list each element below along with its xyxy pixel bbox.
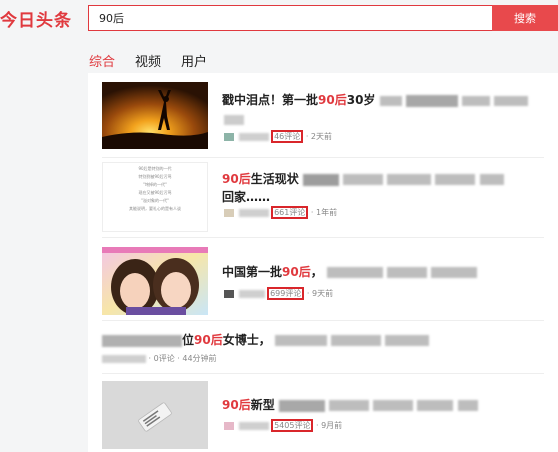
source-avatar bbox=[224, 208, 234, 217]
result-title[interactable]: 中国第一批90后， bbox=[222, 263, 478, 280]
publish-time: 44分钟前 bbox=[182, 354, 217, 363]
result-meta: · 0评论 · 44分钟前 bbox=[102, 353, 217, 364]
results-list: 戳中泪点！第一批90后30岁 46评论 · 2天前 90后是特别的一代 特别到被… bbox=[88, 73, 558, 452]
title-blurred-line bbox=[224, 109, 244, 128]
result-title[interactable]: 戳中泪点！第一批90后30岁 bbox=[222, 91, 529, 108]
publish-time: 2天前 bbox=[310, 132, 333, 141]
tab-video[interactable]: 视频 bbox=[135, 51, 161, 70]
result-meta: 46评论 · 2天前 bbox=[224, 130, 333, 143]
thumb-text: 现在又被90后污骂 bbox=[138, 190, 172, 195]
result-card[interactable]: 90后新型 5405评论 · 9月前 bbox=[88, 374, 558, 452]
tab-all[interactable]: 综合 bbox=[89, 51, 115, 70]
result-title-line2[interactable]: 回家…… bbox=[222, 188, 270, 205]
comment-count: 46评论 bbox=[271, 130, 304, 143]
portrait-photo-thumbnail bbox=[102, 247, 208, 315]
publish-time: 9天前 bbox=[312, 289, 334, 298]
sunset-thumbnail bbox=[102, 82, 208, 149]
source-avatar bbox=[224, 289, 234, 298]
product-photo-thumbnail bbox=[102, 381, 208, 449]
search-button[interactable]: 搜索 bbox=[492, 5, 558, 31]
result-title[interactable]: 90后生活现状 bbox=[222, 170, 504, 187]
thumb-text: 其能说明，要礼心的是有人谈 bbox=[129, 206, 181, 211]
result-card[interactable]: 戳中泪点！第一批90后30岁 46评论 · 2天前 bbox=[88, 73, 558, 157]
source-avatar bbox=[224, 421, 234, 430]
result-card[interactable]: 90后是特别的一代 特别到被90后污骂 "垮掉的一代" 现在又被90后污骂 "溢… bbox=[88, 158, 558, 237]
thumb-text: 90后是特别的一代 bbox=[138, 166, 172, 171]
result-card[interactable]: 中国第一批90后， 699评论 · 9天前 bbox=[88, 238, 558, 320]
result-title[interactable]: 90后新型 bbox=[222, 396, 478, 413]
publish-time: 9月前 bbox=[321, 421, 343, 430]
result-title[interactable]: 位90后女博士， bbox=[102, 331, 430, 348]
result-meta: 699评论 · 9天前 bbox=[224, 287, 334, 300]
comment-count: 661评论 bbox=[271, 206, 309, 219]
result-meta: 5405评论 · 9月前 bbox=[224, 419, 343, 432]
thumb-text: 特别到被90后污骂 bbox=[138, 174, 172, 179]
comment-count: 5405评论 bbox=[271, 419, 314, 432]
result-card[interactable]: 位90后女博士， · 0评论 · 44分钟前 bbox=[88, 321, 558, 373]
thumb-text: "溢对象的一代" bbox=[141, 198, 169, 203]
publish-time: 1年前 bbox=[316, 208, 338, 217]
comment-count: 0评论 bbox=[153, 354, 175, 363]
comment-count: 699评论 bbox=[267, 287, 305, 300]
result-meta: 661评论 · 1年前 bbox=[224, 206, 338, 219]
text-image-thumbnail: 90后是特别的一代 特别到被90后污骂 "垮掉的一代" 现在又被90后污骂 "溢… bbox=[102, 162, 208, 232]
search-input[interactable] bbox=[88, 5, 492, 31]
logo[interactable]: 今日头条 bbox=[0, 6, 72, 31]
tab-users[interactable]: 用户 bbox=[181, 51, 207, 70]
source-avatar bbox=[224, 132, 234, 141]
thumb-text: "垮掉的一代" bbox=[143, 182, 167, 187]
